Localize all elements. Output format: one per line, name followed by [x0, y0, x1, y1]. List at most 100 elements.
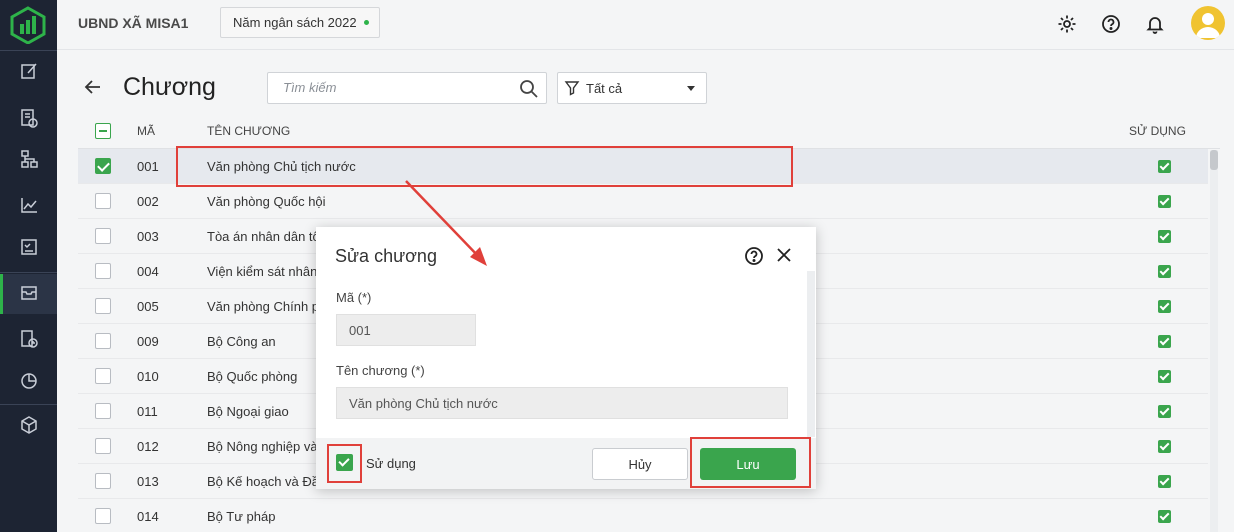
name-field-label: Tên chương (*): [336, 363, 425, 378]
sidebar: [0, 0, 57, 532]
row-name: Văn phòng Quốc hội: [207, 194, 326, 209]
sidebar-item-checklist[interactable]: [0, 228, 57, 268]
row-checkbox[interactable]: [95, 438, 111, 454]
inbox-icon: [19, 283, 39, 306]
cube-icon: [19, 415, 39, 438]
filter-label: Tất cả: [586, 80, 623, 96]
help-icon[interactable]: [1099, 12, 1123, 36]
row-name: Bộ Quốc phòng: [207, 369, 298, 384]
filter-dropdown[interactable]: Tất cả: [557, 72, 707, 104]
budget-year-selector[interactable]: Năm ngân sách 2022: [220, 7, 380, 38]
row-code: 010: [137, 369, 159, 384]
sidebar-item-history[interactable]: [0, 320, 57, 360]
back-arrow-icon[interactable]: [82, 76, 104, 98]
row-code: 002: [137, 194, 159, 209]
save-button[interactable]: Lưu: [700, 448, 796, 480]
search-box: [267, 72, 547, 104]
row-name: Văn phòng Chủ tịch nước: [207, 159, 356, 174]
table-scrollbar-thumb[interactable]: [1210, 150, 1218, 170]
notification-bell-icon[interactable]: [1143, 12, 1167, 36]
table-header: MÃ TÊN CHƯƠNG SỬ DỤNG: [78, 113, 1220, 149]
row-name: Bộ Ngoại giao: [207, 404, 289, 419]
edit-icon: [19, 61, 39, 84]
row-use-checkbox[interactable]: [1158, 405, 1171, 418]
row-use-checkbox[interactable]: [1158, 195, 1171, 208]
row-code: 001: [137, 159, 159, 174]
org-name[interactable]: UBND XÃ MISA1: [78, 15, 188, 31]
row-checkbox[interactable]: [95, 403, 111, 419]
row-use-checkbox[interactable]: [1158, 335, 1171, 348]
settings-gear-icon[interactable]: [1055, 12, 1079, 36]
row-checkbox[interactable]: [95, 158, 111, 174]
checklist-icon: [19, 237, 39, 260]
doc-clock-icon: [19, 329, 39, 352]
row-use-checkbox[interactable]: [1158, 510, 1171, 523]
budget-doc-icon: [19, 108, 39, 131]
code-field[interactable]: [336, 314, 476, 346]
table-row[interactable]: 002 Văn phòng Quốc hội: [78, 184, 1208, 219]
row-checkbox[interactable]: [95, 368, 111, 384]
misa-logo-icon[interactable]: [8, 6, 48, 45]
sidebar-item-stats[interactable]: [0, 362, 57, 402]
row-name: Bộ Tư pháp: [207, 509, 276, 524]
row-checkbox[interactable]: [95, 473, 111, 489]
use-checkbox[interactable]: [336, 454, 353, 471]
sidebar-item-org[interactable]: [0, 140, 57, 180]
column-header-use[interactable]: SỬ DỤNG: [1129, 124, 1186, 138]
budget-year-label: Năm ngân sách 2022: [233, 15, 357, 30]
sidebar-item-catalog[interactable]: [0, 274, 57, 314]
table-row[interactable]: 014 Bộ Tư pháp: [78, 499, 1208, 532]
row-name: Bộ Nông nghiệp và: [207, 439, 318, 454]
page-title: Chương: [123, 73, 216, 101]
column-header-name[interactable]: TÊN CHƯƠNG: [207, 124, 290, 138]
search-input[interactable]: [283, 80, 503, 95]
row-use-checkbox[interactable]: [1158, 230, 1171, 243]
row-use-checkbox[interactable]: [1158, 475, 1171, 488]
cancel-button[interactable]: Hủy: [592, 448, 688, 480]
use-checkbox-label: Sử dụng: [366, 456, 416, 471]
row-use-checkbox[interactable]: [1158, 265, 1171, 278]
dialog-close-icon[interactable]: [774, 245, 794, 265]
row-use-checkbox[interactable]: [1158, 160, 1171, 173]
row-checkbox[interactable]: [95, 298, 111, 314]
sidebar-item-report[interactable]: [0, 186, 57, 226]
row-checkbox[interactable]: [95, 333, 111, 349]
row-code: 013: [137, 474, 159, 489]
row-code: 005: [137, 299, 159, 314]
row-code: 004: [137, 264, 159, 279]
row-checkbox[interactable]: [95, 193, 111, 209]
row-code: 014: [137, 509, 159, 524]
table-scrollbar[interactable]: [1210, 150, 1218, 532]
row-name: Bộ Kế hoạch và Đầ: [207, 474, 320, 489]
line-chart-icon: [19, 195, 39, 218]
org-chart-icon: [19, 149, 39, 172]
dialog-title: Sửa chương: [335, 246, 437, 266]
row-code: 012: [137, 439, 159, 454]
select-all-checkbox[interactable]: [95, 123, 111, 139]
row-name: Viện kiểm sát nhân: [207, 264, 318, 279]
code-field-label: Mã (*): [336, 290, 372, 305]
row-code: 003: [137, 229, 159, 244]
dialog-scrollbar[interactable]: [807, 271, 815, 437]
sidebar-item-modules[interactable]: [0, 406, 57, 446]
table-row[interactable]: 001 Văn phòng Chủ tịch nước: [78, 149, 1208, 184]
top-header: UBND XÃ MISA1 Năm ngân sách 2022: [57, 0, 1234, 50]
caret-down-icon: [687, 86, 695, 91]
search-icon[interactable]: [518, 78, 540, 100]
row-code: 011: [137, 404, 158, 419]
dialog-help-icon[interactable]: [744, 246, 764, 266]
column-header-code[interactable]: MÃ: [137, 124, 155, 138]
edit-chapter-dialog: Sửa chương Mã (*) Tên chương (*) Sử dụng…: [316, 227, 816, 489]
row-checkbox[interactable]: [95, 263, 111, 279]
row-name: Văn phòng Chính p: [207, 299, 320, 314]
row-name: Tòa án nhân dân tố: [207, 229, 320, 244]
row-checkbox[interactable]: [95, 228, 111, 244]
row-checkbox[interactable]: [95, 508, 111, 524]
name-field[interactable]: [336, 387, 788, 419]
sidebar-item-budget[interactable]: [0, 99, 57, 139]
row-use-checkbox[interactable]: [1158, 440, 1171, 453]
sidebar-item-edit[interactable]: [0, 52, 57, 92]
row-use-checkbox[interactable]: [1158, 370, 1171, 383]
row-use-checkbox[interactable]: [1158, 300, 1171, 313]
user-avatar[interactable]: [1191, 6, 1225, 40]
